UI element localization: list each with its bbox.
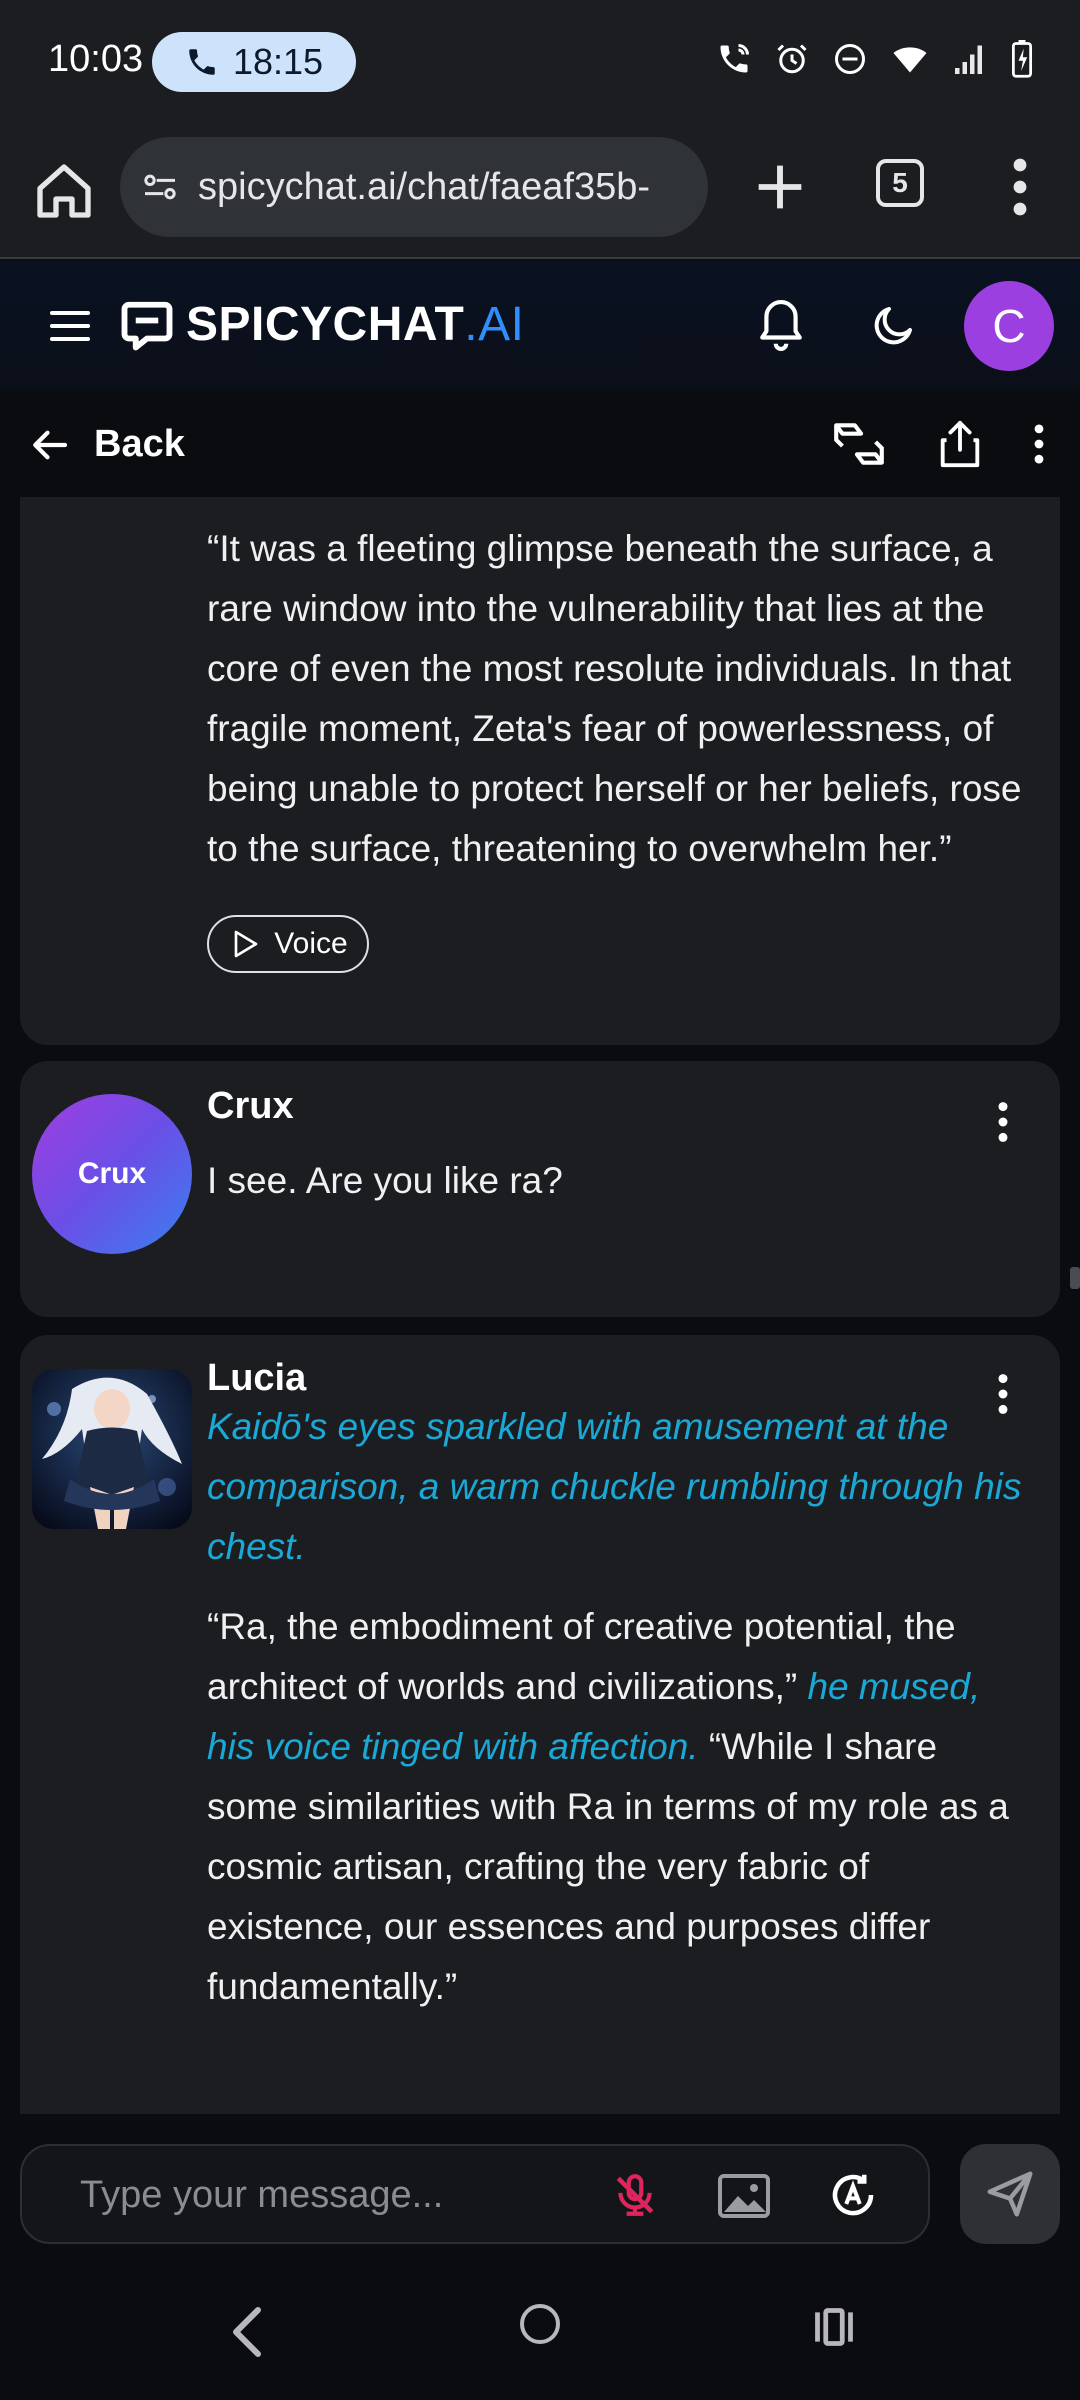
message-menu-icon[interactable] [996,1099,1010,1145]
nav-back-icon[interactable] [226,2304,266,2360]
battery-charging-icon [1011,40,1033,78]
signal-icon [955,45,982,74]
nav-recents-icon[interactable] [812,2304,856,2350]
system-icons [716,40,1034,78]
new-tab-icon[interactable] [748,155,812,219]
message-card: Crux Crux I see. Are you like ra? [20,1061,1060,1317]
image-icon[interactable] [716,2172,772,2220]
browser-toolbar: spicychat.ai/chat/faeaf35b- 5 [0,125,1080,259]
site-header: SPICYCHAT.AI C [0,261,1080,391]
wifi-icon [893,47,927,73]
ongoing-call-chip[interactable]: 18:15 [152,32,356,92]
message-input[interactable]: Type your message... [20,2144,930,2244]
brand-suffix: .AI [464,298,525,351]
auto-mode-icon[interactable] [826,2168,880,2222]
message-card: “It was a fleeting glimpse beneath the s… [20,497,1060,1045]
notifications-bell-icon[interactable] [756,295,806,355]
chat-menu-icon[interactable] [1032,422,1046,466]
share-icon[interactable] [938,419,982,469]
mic-off-icon[interactable] [610,2170,660,2220]
voice-label: Voice [274,927,348,960]
do-not-disturb-icon [835,44,865,74]
chat-toolbar: Back [0,391,1080,497]
brand-main: SPICYCHAT [186,298,465,351]
url-text: spicychat.ai/chat/faeaf35b- [198,165,651,208]
status-clock: 10:03 [48,38,144,80]
message-text: “It was a fleeting glimpse beneath the s… [207,528,1022,869]
alarm-icon [777,44,807,74]
brand-logo[interactable]: SPICYCHAT.AI [120,297,524,352]
avatar[interactable]: Crux [32,1094,192,1254]
browser-menu-icon[interactable] [1000,155,1040,219]
send-icon [987,2171,1033,2217]
quote-text: “While I share some similarities with Ra… [207,1726,1009,2007]
system-nav-bar [0,2264,1080,2400]
voice-button[interactable]: Voice [207,915,369,973]
wifi-calling-icon [720,44,749,73]
chat-bubble-logo-icon [121,301,173,350]
call-duration: 18:15 [232,41,324,82]
dark-mode-moon-icon[interactable] [870,301,918,349]
message-composer: Type your message... [0,2114,1080,2264]
address-bar[interactable]: spicychat.ai/chat/faeaf35b- [120,137,708,237]
chat-messages[interactable]: “It was a fleeting glimpse beneath the s… [0,497,1080,2114]
sender-name: Crux [207,1085,294,1127]
play-icon [234,930,258,958]
chat-actions [830,419,1046,469]
message-card: Lucia Kaidō's eyes sparkled with amuseme… [20,1335,1060,2114]
sender-name: Lucia [207,1357,307,1399]
back-button[interactable]: Back [30,423,185,466]
home-icon[interactable] [32,159,96,223]
menu-icon[interactable] [50,309,90,343]
send-button[interactable] [960,2144,1060,2244]
scrollbar-thumb[interactable] [1070,1267,1080,1289]
input-placeholder: Type your message... [80,2174,444,2216]
nav-home-icon[interactable] [520,2304,560,2344]
tab-switcher-button[interactable]: 5 [876,159,924,207]
action-text: Kaidō's eyes sparkled with amusement at … [207,1406,1022,1567]
arrow-left-icon [33,430,68,459]
back-label: Back [94,423,185,465]
brand-wordmark: SPICYCHAT.AI [186,297,524,352]
user-avatar[interactable]: C [964,281,1054,371]
message-text: “Ra, the embodiment of creative potentia… [207,1597,1034,2017]
message-text: I see. Are you like ra? [207,1160,563,1201]
status-bar: 10:03 18:15 [0,0,1080,125]
phone-icon [189,49,215,75]
character-portrait [32,1369,192,1529]
swap-chat-icon[interactable] [830,419,888,469]
avatar[interactable] [32,1369,192,1529]
site-settings-icon[interactable] [140,167,180,207]
